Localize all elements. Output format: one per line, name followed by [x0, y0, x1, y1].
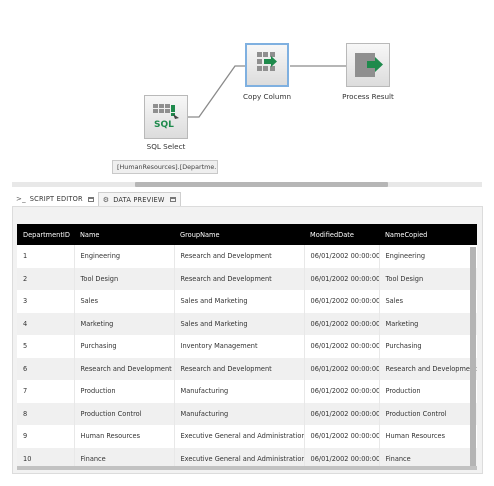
copy-column-label: Copy Column — [242, 92, 292, 101]
table-cell[interactable]: Purchasing — [379, 335, 477, 358]
table-row[interactable]: 9 Human Resources Executive General and Ad… — [17, 425, 477, 448]
table-cell[interactable]: Research and Development — [379, 357, 477, 380]
column-header[interactable]: ModifiedDate — [304, 224, 379, 245]
tab-script-editor-label: SCRIPT EDITOR — [29, 195, 83, 203]
maximize-icon[interactable] — [169, 197, 176, 202]
table-cell[interactable]: Tool Design — [74, 267, 175, 290]
table-cell[interactable]: Inventory Management — [174, 335, 305, 358]
node-tooltip: [HumanResources].[Departme... — [112, 160, 218, 174]
table-cell[interactable]: 06/01/2002 00:00:00 — [304, 425, 380, 448]
tab-data-preview-label: DATA PREVIEW — [113, 195, 165, 204]
table-cell[interactable]: 3 — [17, 290, 75, 313]
grid-vertical-scrollbar[interactable] — [470, 247, 476, 466]
copy-column-node[interactable] — [245, 43, 289, 87]
table-cell[interactable]: 06/01/2002 00:00:00 — [304, 380, 380, 403]
table-row[interactable]: 4 Marketing Sales and Marketing 06/01/2002 … — [17, 312, 477, 335]
table-cell[interactable]: Engineering — [379, 245, 477, 268]
table-cell[interactable]: 9 — [17, 425, 75, 448]
table-cell[interactable]: 8 — [17, 402, 75, 425]
table-cell[interactable]: Manufacturing — [174, 380, 305, 403]
flow-canvas[interactable]: SQL SQL Select Copy Column Process Resul… — [0, 0, 494, 190]
table-cell[interactable]: Sales and Marketing — [174, 290, 305, 313]
table-cell[interactable]: Executive General and Administration — [174, 447, 305, 468]
table-cell[interactable]: Sales and Marketing — [174, 312, 305, 335]
table-cell[interactable]: Marketing — [74, 312, 175, 335]
column-header[interactable]: Name — [74, 224, 174, 245]
script-icon: >_ — [16, 195, 26, 203]
table-cell[interactable]: 4 — [17, 312, 75, 335]
data-preview-icon: ⚙ — [102, 195, 110, 204]
sql-select-node[interactable]: SQL — [144, 95, 188, 139]
tab-script-editor[interactable]: >_ SCRIPT EDITOR — [12, 192, 98, 206]
table-cell[interactable]: 10 — [17, 447, 75, 468]
table-cell[interactable]: 06/01/2002 00:00:00 — [304, 312, 380, 335]
column-header[interactable]: DepartmentID — [17, 224, 74, 245]
tab-data-preview[interactable]: ⚙ DATA PREVIEW — [97, 192, 181, 206]
column-header[interactable]: NameCopied — [379, 224, 477, 245]
table-cell[interactable]: Marketing — [379, 312, 477, 335]
table-cell[interactable]: Tool Design — [379, 267, 477, 290]
table-cell[interactable]: Human Resources — [379, 425, 477, 448]
table-cell[interactable]: Production Control — [379, 402, 477, 425]
grid-header-row: DepartmentID Name GroupName ModifiedDate… — [17, 224, 477, 245]
canvas-scroll-thumb[interactable] — [135, 182, 388, 187]
process-result-node[interactable] — [346, 43, 390, 87]
table-cell[interactable]: 5 — [17, 335, 75, 358]
table-cell[interactable]: Research and Development — [174, 245, 305, 268]
table-cell[interactable]: Research and Development — [74, 357, 175, 380]
table-row[interactable]: 8 Production Control Manufacturing 06/01/20… — [17, 402, 477, 425]
table-row[interactable]: 2 Tool Design Research and Development 06/0… — [17, 267, 477, 290]
process-result-icon — [355, 53, 383, 77]
table-row[interactable]: 5 Purchasing Inventory Management 06/01/200… — [17, 335, 477, 358]
table-cell[interactable]: 6 — [17, 357, 75, 380]
table-cell[interactable]: Production Control — [74, 402, 175, 425]
table-cell[interactable]: 06/01/2002 00:00:00 — [304, 335, 380, 358]
table-cell[interactable]: Research and Development — [174, 357, 305, 380]
table-cell[interactable]: 06/01/2002 00:00:00 — [304, 290, 380, 313]
svg-text:SQL: SQL — [154, 120, 174, 130]
table-cell[interactable]: 1 — [17, 245, 75, 268]
table-row[interactable]: 10 Finance Executive General and Administr… — [17, 447, 477, 468]
table-row[interactable]: 6 Research and Development Research and De… — [17, 357, 477, 380]
column-header[interactable]: GroupName — [174, 224, 304, 245]
table-row[interactable]: 3 Sales Sales and Marketing 06/01/2002 00:0… — [17, 290, 477, 313]
table-cell[interactable]: 2 — [17, 267, 75, 290]
table-cell[interactable]: Purchasing — [74, 335, 175, 358]
table-row[interactable]: 1 Engineering Research and Development 06/0… — [17, 245, 477, 268]
table-row[interactable]: 7 Production Manufacturing 06/01/2002 00:00… — [17, 380, 477, 403]
table-cell[interactable]: Finance — [379, 447, 477, 468]
table-cell[interactable]: Sales — [379, 290, 477, 313]
panel-tabs: >_ SCRIPT EDITOR ⚙ DATA PREVIEW — [12, 192, 181, 206]
table-cell[interactable]: Finance — [74, 447, 175, 468]
data-grid[interactable]: DepartmentID Name GroupName ModifiedDate… — [17, 224, 477, 468]
table-cell[interactable]: 06/01/2002 00:00:00 — [304, 402, 380, 425]
table-cell[interactable]: Human Resources — [74, 425, 175, 448]
table-cell[interactable]: Production — [379, 380, 477, 403]
sql-select-label: SQL Select — [146, 142, 186, 151]
table-cell[interactable]: 06/01/2002 00:00:00 — [304, 357, 380, 380]
table-cell[interactable]: 06/01/2002 00:00:00 — [304, 447, 380, 468]
grid-horizontal-scrollbar[interactable] — [17, 466, 477, 470]
table-cell[interactable]: Engineering — [74, 245, 175, 268]
table-cell[interactable]: 06/01/2002 00:00:00 — [304, 267, 380, 290]
database-sql-icon: SQL — [153, 104, 179, 130]
table-cell[interactable]: Sales — [74, 290, 175, 313]
table-cell[interactable]: 06/01/2002 00:00:00 — [304, 245, 380, 268]
table-cell[interactable]: Production — [74, 380, 175, 403]
table-cell[interactable]: 7 — [17, 380, 75, 403]
table-cell[interactable]: Manufacturing — [174, 402, 305, 425]
table-cell[interactable]: Executive General and Administration — [174, 425, 305, 448]
table-cell[interactable]: Research and Development — [174, 267, 305, 290]
copy-column-icon — [257, 52, 277, 71]
process-result-label: Process Result — [342, 92, 394, 101]
maximize-icon[interactable] — [87, 196, 94, 202]
